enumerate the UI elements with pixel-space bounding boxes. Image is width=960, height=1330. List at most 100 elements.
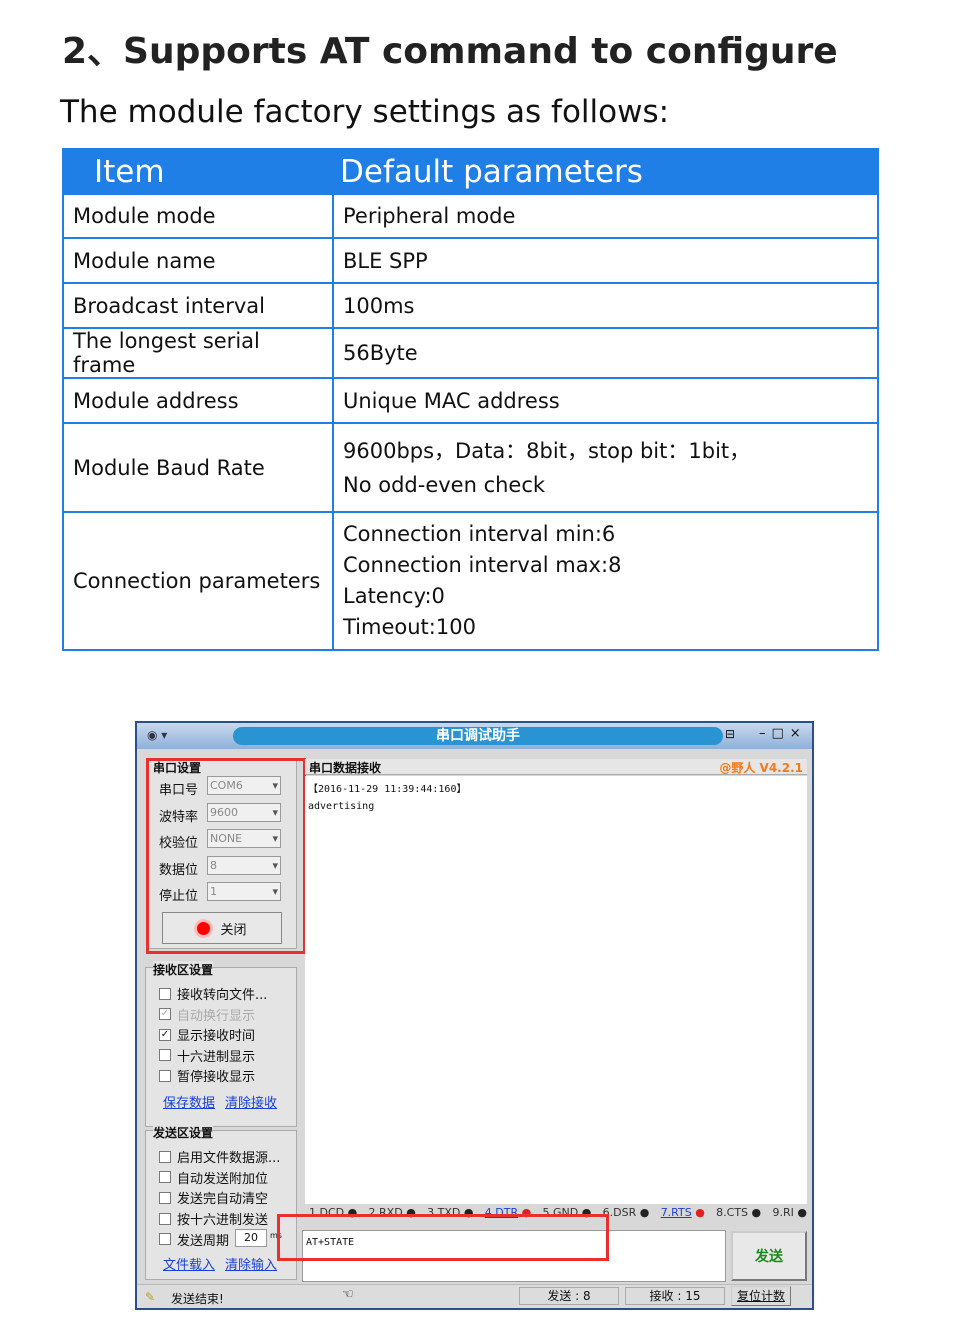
pin-label: 8.CTS <box>716 1206 749 1219</box>
pin-icon[interactable]: ⊟ <box>725 727 735 741</box>
value-cell: BLE SPP <box>332 237 879 284</box>
value-line: Peripheral mode <box>343 204 516 228</box>
checkbox-icon <box>159 1049 171 1061</box>
option-label: 自动发送附加位 <box>177 1171 269 1187</box>
value-line: Timeout:100 <box>343 615 476 639</box>
send-option-checkbox[interactable]: 按十六进制发送 <box>159 1209 268 1228</box>
app-menu-icon[interactable]: ◉ ▾ <box>147 728 167 742</box>
option-label: 发送周期 <box>177 1233 230 1249</box>
item-cell: Module mode <box>62 193 334 239</box>
value-cell: 9600bps，Data：8bit，stop bit：1bit， No odd-e… <box>332 422 879 513</box>
receive-option-checkbox[interactable]: ✓ 显示接收时间 <box>159 1025 255 1044</box>
receive-option-checkbox[interactable]: 十六进制显示 <box>159 1046 255 1065</box>
value-line: 9600bps，Data：8bit，stop bit：1bit， <box>343 438 751 463</box>
option-label: 暂停接收显示 <box>177 1070 256 1085</box>
status-icon: ✎ <box>145 1290 156 1304</box>
value-cell: 100ms <box>332 282 879 329</box>
send-option-checkbox[interactable]: 启用文件数据源... <box>159 1147 280 1166</box>
send-settings-title: 发送区设置 <box>153 1124 214 1141</box>
pin-indicator[interactable]: 7.RTS ● <box>661 1206 705 1219</box>
pin-led-icon: ● <box>797 1206 807 1219</box>
header-item: Item <box>62 148 334 195</box>
table-row: Broadcast interval 100ms <box>62 282 879 329</box>
value-line: 100ms <box>343 293 415 318</box>
checkbox-icon: ✓ <box>159 1008 171 1020</box>
subheading: The module factory settings as follows: <box>60 94 670 130</box>
receive-option-checkbox[interactable]: 暂停接收显示 <box>159 1066 255 1085</box>
section-heading: 2、Supports AT command to configure <box>62 31 838 72</box>
table-row: Module address Unique MAC address <box>62 377 879 424</box>
checkbox-icon <box>159 1212 171 1225</box>
option-label: 启用文件数据源... <box>177 1151 281 1166</box>
serial-assistant-window: ◉ ▾ 串口调试助手 ⊟ –□× 串口设置 串口号 COM6 ▾ 波特率 9600 ▾ 校验… <box>135 721 814 1310</box>
receive-line: 【2016-11-29 11:39:44:160】 <box>308 784 467 795</box>
load-file-link[interactable]: 文件载入 <box>163 1254 215 1273</box>
checkbox-icon <box>159 1171 171 1184</box>
checkbox-icon <box>159 1233 171 1246</box>
value-line: No odd-even check <box>343 472 546 497</box>
receive-textarea[interactable]: 【2016-11-29 11:39:44:160】 advertising <box>305 776 807 1204</box>
receive-option-checkbox[interactable]: ✓ 自动换行显示 <box>159 1005 255 1024</box>
send-option-checkbox[interactable]: 自动发送附加位 <box>159 1168 268 1187</box>
receive-option-checkbox[interactable]: 接收转向文件... <box>159 984 267 1003</box>
item-cell: Broadcast interval <box>62 282 334 329</box>
value-line: Connection interval max:8 <box>343 553 622 577</box>
factory-settings-table: Item Default parameters Module mode Perip… <box>62 148 879 651</box>
table-row: Module name BLE SPP <box>62 237 879 284</box>
receive-title: 串口数据接收 <box>309 761 382 775</box>
save-data-link[interactable]: 保存数据 <box>163 1092 215 1111</box>
send-highlight-box <box>277 1214 609 1261</box>
item-cell: Module name <box>62 237 334 284</box>
value-cell: Peripheral mode <box>332 193 879 239</box>
option-label: 发送完自动清空 <box>177 1192 269 1208</box>
reset-count-button[interactable]: 复位计数 <box>731 1286 791 1306</box>
pin-indicator: 6.DSR ● <box>603 1206 650 1219</box>
value-cell: 56Byte <box>332 327 879 379</box>
item-cell: The longest serial frame <box>62 327 334 379</box>
table-row: Connection parameters Connection interval… <box>62 511 879 651</box>
send-option-checkbox[interactable]: 发送周期 <box>159 1230 229 1249</box>
checkbox-icon <box>159 987 171 1000</box>
checkbox-icon <box>159 1150 171 1163</box>
sent-count: 发送 : 8 <box>519 1287 619 1305</box>
table-row: Module mode Peripheral mode <box>62 193 879 239</box>
item-cell: Connection parameters <box>62 511 334 651</box>
receive-settings-title: 接收区设置 <box>153 961 214 978</box>
hand-icon: ☜ <box>342 1287 354 1302</box>
checkbox-icon: ✓ <box>159 1028 171 1041</box>
window-controls[interactable]: –□× <box>759 726 807 741</box>
value-line: BLE SPP <box>343 248 428 273</box>
value-line: Latency:0 <box>343 584 445 608</box>
header-default: Default parameters <box>332 148 879 195</box>
value-cell: Connection interval min:6 Connection inte… <box>332 511 879 651</box>
received-count: 接收 : 15 <box>625 1287 725 1305</box>
send-button[interactable]: 发送 <box>731 1231 807 1281</box>
value-cell: Unique MAC address <box>332 377 879 424</box>
pin-indicator: 9.RI ● <box>772 1206 807 1219</box>
version-label: @野人 V4.2.1 <box>719 761 803 775</box>
table-row: The longest serial frame 56Byte <box>62 327 879 379</box>
checkbox-icon <box>159 1191 171 1204</box>
send-period-input[interactable]: 20 <box>235 1229 267 1247</box>
pin-led-icon: ● <box>751 1206 762 1219</box>
value-line: 56Byte <box>343 341 418 365</box>
item-cell: Module address <box>62 377 334 424</box>
value-line: Unique MAC address <box>343 388 560 413</box>
pin-led-icon: ● <box>695 1206 705 1219</box>
option-label: 自动换行显示 <box>177 1008 256 1024</box>
clear-input-link[interactable]: 清除输入 <box>225 1254 277 1273</box>
option-label: 十六进制显示 <box>177 1049 256 1065</box>
clear-receive-link[interactable]: 清除接收 <box>225 1092 277 1111</box>
checkbox-icon <box>159 1069 171 1082</box>
pin-led-icon: ● <box>639 1206 650 1219</box>
option-label: 显示接收时间 <box>177 1029 256 1044</box>
pin-indicator: 8.CTS ● <box>716 1206 761 1219</box>
send-option-checkbox[interactable]: 发送完自动清空 <box>159 1188 268 1207</box>
option-label: 接收转向文件... <box>177 988 268 1003</box>
pin-label: 9.RI <box>772 1206 794 1219</box>
receive-line: advertising <box>308 801 375 812</box>
title-bar: ◉ ▾ 串口调试助手 ⊟ –□× <box>137 723 812 749</box>
pin-label: 7.RTS <box>660 1206 692 1219</box>
table-row: Module Baud Rate 9600bps，Data：8bit，stop b… <box>62 422 879 513</box>
status-text: 发送结束! <box>171 1292 224 1306</box>
